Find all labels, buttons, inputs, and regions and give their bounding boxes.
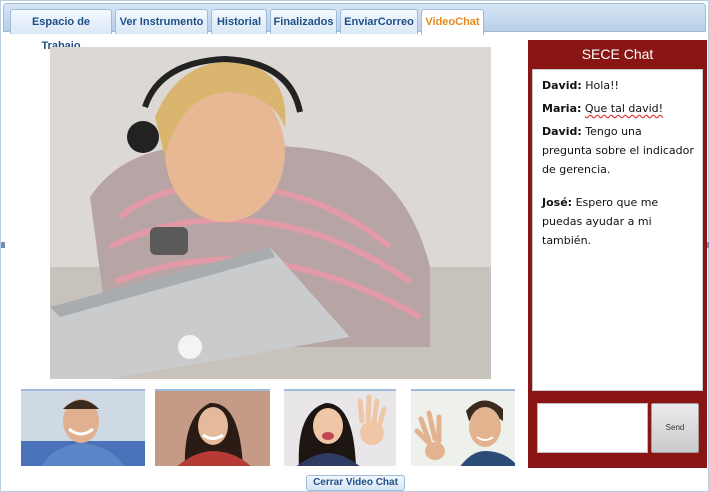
chat-message: José: Espero que me puedas ayudar a mi t… <box>542 193 694 250</box>
chat-log[interactable]: David: Hola!! Maria: Que tal david! Davi… <box>532 69 703 391</box>
chat-message-author: Maria: <box>542 102 582 115</box>
chat-title: SECE Chat <box>581 46 654 62</box>
main-video-image <box>50 47 491 379</box>
tab-historial[interactable]: Historial <box>211 9 267 34</box>
tab-finalizados[interactable]: Finalizados <box>270 9 337 34</box>
tab-videochat[interactable]: VideoChat <box>421 9 484 35</box>
tab-bar: Espacio de Trabajo Ver Instrumento Histo… <box>3 3 706 52</box>
chat-panel: SECE Chat David: Hola!! Maria: Que tal d… <box>528 40 707 468</box>
close-video-chat-button[interactable]: Cerrar Video Chat <box>306 475 405 491</box>
chat-message-input[interactable] <box>537 403 648 453</box>
chat-message-author: David: <box>542 125 582 138</box>
chat-message-text: Que tal david! <box>584 102 664 115</box>
participant-thumbnail[interactable] <box>21 389 145 466</box>
send-button[interactable]: Send <box>651 403 699 453</box>
chat-message: Maria: Que tal david! <box>542 99 694 118</box>
tab-ver-instrumento[interactable]: Ver Instrumento <box>115 9 208 34</box>
participant-thumbnail[interactable] <box>284 389 396 466</box>
tab-espacio-de-trabajo[interactable]: Espacio de Trabajo <box>10 9 112 52</box>
chat-message-text: Hola!! <box>585 79 619 92</box>
participant-thumbnail[interactable] <box>411 389 515 466</box>
chat-message: David: Hola!! <box>542 76 694 95</box>
participant-video-3 <box>284 391 396 466</box>
chat-message: David: Tengo una pregunta sobre el indic… <box>542 122 694 179</box>
chat-message-author: José: <box>542 196 573 209</box>
participant-video-2 <box>155 391 270 466</box>
main-video-feed <box>50 47 491 379</box>
participant-video-4 <box>411 391 515 466</box>
tab-enviarcorreo[interactable]: EnviarCorreo <box>340 9 418 34</box>
participant-video-1 <box>21 391 145 466</box>
chat-message-author: David: <box>542 79 582 92</box>
participant-thumbnail[interactable] <box>155 389 270 466</box>
app-frame: Espacio de Trabajo Ver Instrumento Histo… <box>0 0 709 492</box>
resize-handle-left[interactable] <box>1 242 5 248</box>
